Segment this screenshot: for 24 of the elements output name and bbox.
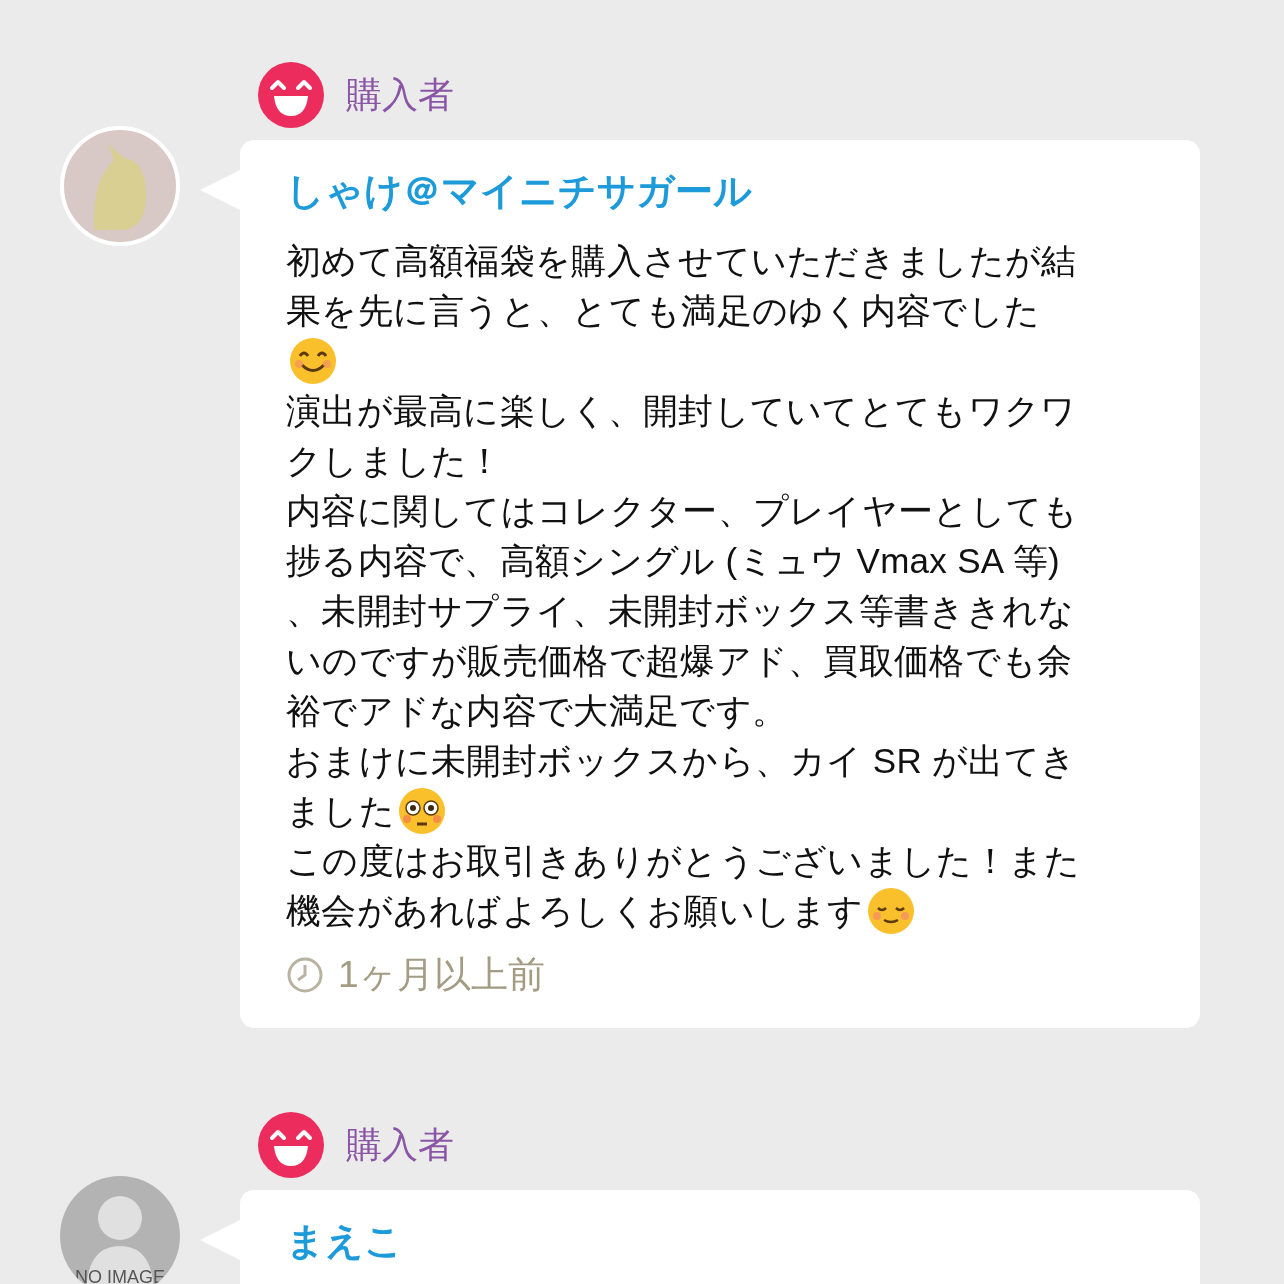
review-text: 初めて高額福袋を購入させていただきましたが結 [286,240,1077,282]
review-text: 演出が最高に楽しく、開封していてとてもワクワ [286,390,1077,432]
reviewer-name[interactable]: しゃけ＠マイニチサガール [286,166,1160,216]
smiling-face-icon [288,336,338,386]
review-text: 機会があればよろしくお願いします [286,890,864,932]
review-text: 、未開封サプライ、未開封ボックス等書ききれな [286,590,1075,632]
review-text: クしました！ [286,440,503,482]
review-text: 果を先に言うと、とても満足のゆく内容でした [286,290,1041,332]
review-text: この度はお取引きありがとうございました！また [286,840,1081,882]
review-text: おまけに未開封ボックスから、カイ SR が出てき [286,740,1077,782]
clock-icon [286,956,324,994]
review-text: いのですが販売価格で超爆アド、買取価格でも余 [286,640,1073,682]
laughing-face-icon [258,62,324,128]
review-text: 捗る内容で、高額シングル (ミュウ Vmax SA 等) [286,540,1060,582]
review-time: 1ヶ月以上前 [338,953,545,997]
flushed-face-icon [396,786,447,836]
relaxed-face-icon [865,886,916,936]
buyer-label: 購入者 [346,72,454,117]
laughing-face-icon [258,1112,324,1178]
buyer-label: 購入者 [346,1122,454,1167]
reviewer-name[interactable]: まえこ [286,1216,1160,1266]
review-text: 内容に関してはコレクター、プレイヤーとしても [286,490,1079,532]
review-text: ました [286,790,395,832]
review-text: 裕でアドな内容で大満足です。 [286,690,788,732]
